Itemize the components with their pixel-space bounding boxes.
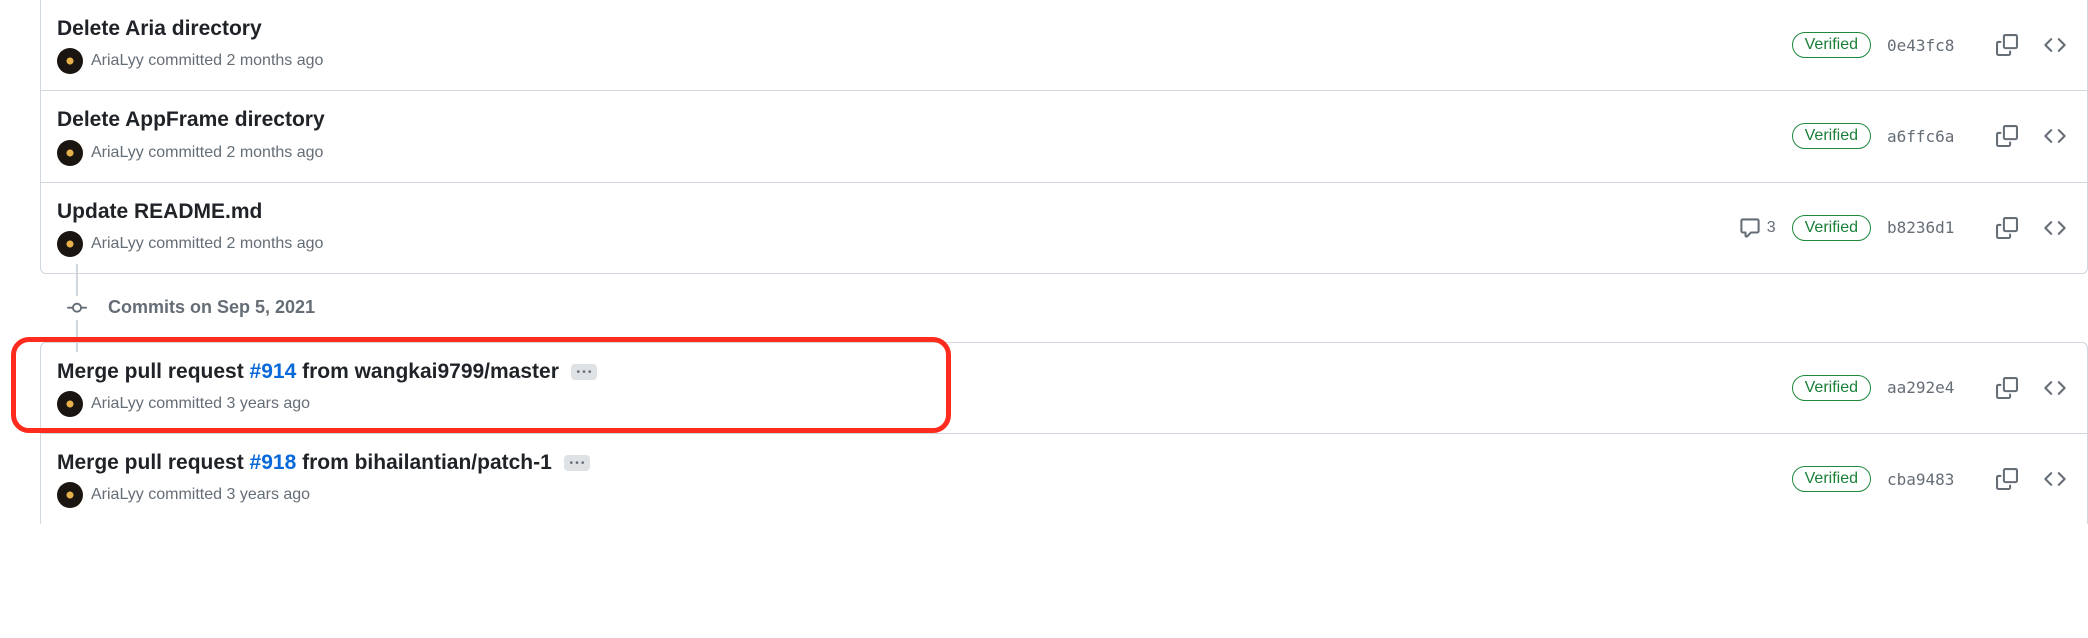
commit-actions: 3 Verified b8236d1: [1739, 212, 2071, 244]
committed-label: committed: [148, 144, 222, 162]
author-link[interactable]: AriaLyy: [91, 395, 144, 413]
commit-actions: Verified aa292e4: [1792, 372, 2071, 404]
verified-badge[interactable]: Verified: [1792, 375, 1871, 401]
commit-time: 3 years ago: [226, 486, 310, 504]
commit-message-prefix[interactable]: Merge pull request: [57, 360, 250, 383]
avatar[interactable]: [57, 231, 83, 257]
commit-meta: AriaLyy committed 2 months ago: [57, 48, 1792, 74]
browse-code-button[interactable]: [2039, 372, 2071, 404]
commit-message-link[interactable]: Update README.md: [57, 199, 262, 225]
verified-badge[interactable]: Verified: [1792, 466, 1871, 492]
comments-link[interactable]: 3: [1739, 217, 1776, 239]
commit-meta: AriaLyy committed 2 months ago: [57, 231, 1739, 257]
kebab-horizontal-icon: [577, 365, 591, 379]
commit-message-link[interactable]: Delete AppFrame directory: [57, 107, 325, 133]
committed-label: committed: [148, 395, 222, 413]
commit-list-group-1: Delete Aria directory AriaLyy committed …: [40, 0, 2088, 274]
commit-main: Merge pull request #918 from bihailantia…: [57, 450, 1792, 508]
commit-item: Merge pull request #914 from wangkai9799…: [41, 343, 2087, 433]
commit-item: Merge pull request #918 from bihailantia…: [41, 433, 2087, 524]
git-commit-icon: [67, 298, 87, 318]
browse-code-button[interactable]: [2039, 212, 2071, 244]
copy-icon: [1996, 125, 2018, 147]
commit-meta: AriaLyy committed 2 months ago: [57, 140, 1792, 166]
pr-link[interactable]: #918: [250, 451, 297, 474]
copy-sha-button[interactable]: [1991, 372, 2023, 404]
copy-icon: [1996, 217, 2018, 239]
commit-title: Merge pull request #918 from bihailantia…: [57, 450, 1792, 476]
code-icon: [2044, 125, 2066, 147]
commit-title: Update README.md: [57, 199, 1739, 225]
commit-sha-link[interactable]: b8236d1: [1887, 218, 1975, 237]
copy-sha-button[interactable]: [1991, 463, 2023, 495]
commit-list-group-2: Merge pull request #914 from wangkai9799…: [40, 342, 2088, 525]
commit-item: Delete Aria directory AriaLyy committed …: [41, 0, 2087, 90]
kebab-horizontal-icon: [570, 456, 584, 470]
commit-time: 2 months ago: [226, 235, 323, 253]
author-link[interactable]: AriaLyy: [91, 486, 144, 504]
commit-time: 2 months ago: [226, 52, 323, 70]
author-link[interactable]: AriaLyy: [91, 52, 144, 70]
commit-date-header: Commits on Sep 5, 2021: [60, 274, 2088, 342]
commit-message-suffix[interactable]: from bihailantian/patch-1: [296, 451, 552, 474]
commit-title: Delete Aria directory: [57, 16, 1792, 42]
copy-icon: [1996, 377, 2018, 399]
commit-actions: Verified cba9483: [1792, 463, 2071, 495]
commit-sha-link[interactable]: 0e43fc8: [1887, 36, 1975, 55]
avatar[interactable]: [57, 140, 83, 166]
commit-message-suffix[interactable]: from wangkai9799/master: [296, 360, 559, 383]
browse-code-button[interactable]: [2039, 463, 2071, 495]
code-icon: [2044, 468, 2066, 490]
commit-item: Delete AppFrame directory AriaLyy commit…: [41, 90, 2087, 181]
commit-main: Update README.md AriaLyy committed 2 mon…: [57, 199, 1739, 257]
committed-label: committed: [148, 235, 222, 253]
browse-code-button[interactable]: [2039, 29, 2071, 61]
committed-label: committed: [148, 52, 222, 70]
commit-message-link[interactable]: Delete Aria directory: [57, 16, 262, 42]
copy-sha-button[interactable]: [1991, 212, 2023, 244]
comment-icon: [1739, 217, 1761, 239]
commit-date-label: Commits on Sep 5, 2021: [108, 297, 315, 318]
browse-code-button[interactable]: [2039, 120, 2071, 152]
commit-actions: Verified 0e43fc8: [1792, 29, 2071, 61]
commit-meta: AriaLyy committed 3 years ago: [57, 391, 1792, 417]
copy-icon: [1996, 468, 2018, 490]
avatar[interactable]: [57, 48, 83, 74]
avatar[interactable]: [57, 391, 83, 417]
verified-badge[interactable]: Verified: [1792, 215, 1871, 241]
commit-actions: Verified a6ffc6a: [1792, 120, 2071, 152]
commit-main: Delete Aria directory AriaLyy committed …: [57, 16, 1792, 74]
copy-sha-button[interactable]: [1991, 29, 2023, 61]
commit-time: 3 years ago: [226, 395, 310, 413]
committed-label: committed: [148, 486, 222, 504]
avatar[interactable]: [57, 482, 83, 508]
copy-icon: [1996, 34, 2018, 56]
author-link[interactable]: AriaLyy: [91, 235, 144, 253]
copy-sha-button[interactable]: [1991, 120, 2023, 152]
expand-message-button[interactable]: [564, 455, 590, 471]
commit-main: Delete AppFrame directory AriaLyy commit…: [57, 107, 1792, 165]
commit-sha-link[interactable]: cba9483: [1887, 470, 1975, 489]
commit-message-prefix[interactable]: Merge pull request: [57, 451, 250, 474]
code-icon: [2044, 34, 2066, 56]
commit-sha-link[interactable]: a6ffc6a: [1887, 127, 1975, 146]
author-link[interactable]: AriaLyy: [91, 144, 144, 162]
commit-item: Update README.md AriaLyy committed 2 mon…: [41, 182, 2087, 273]
verified-badge[interactable]: Verified: [1792, 123, 1871, 149]
commit-time: 2 months ago: [226, 144, 323, 162]
timeline-dot: [60, 296, 94, 320]
commit-sha-link[interactable]: aa292e4: [1887, 378, 1975, 397]
comments-count: 3: [1767, 219, 1776, 237]
commit-title: Delete AppFrame directory: [57, 107, 1792, 133]
pr-link[interactable]: #914: [250, 360, 297, 383]
code-icon: [2044, 377, 2066, 399]
commit-main: Merge pull request #914 from wangkai9799…: [57, 359, 1792, 417]
verified-badge[interactable]: Verified: [1792, 32, 1871, 58]
commit-meta: AriaLyy committed 3 years ago: [57, 482, 1792, 508]
expand-message-button[interactable]: [571, 364, 597, 380]
code-icon: [2044, 217, 2066, 239]
commit-title: Merge pull request #914 from wangkai9799…: [57, 359, 1792, 385]
